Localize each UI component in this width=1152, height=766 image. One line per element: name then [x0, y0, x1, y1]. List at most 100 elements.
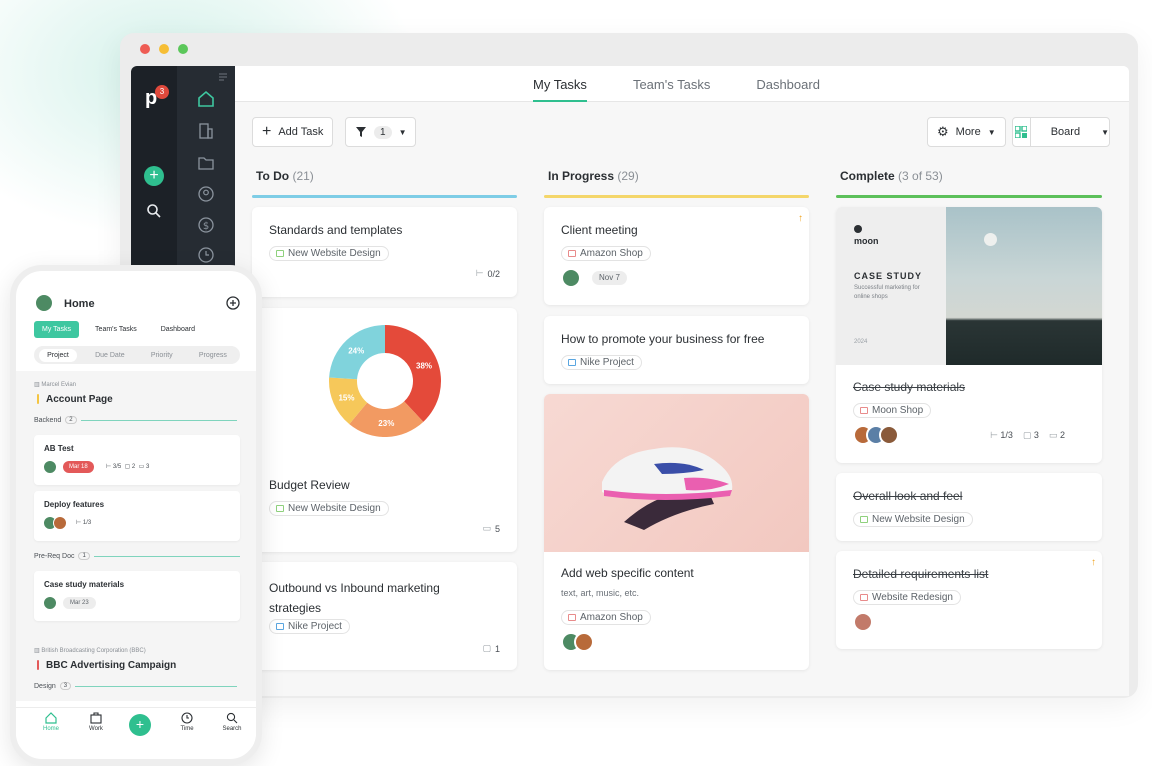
- avatar[interactable]: [853, 612, 873, 632]
- building-icon[interactable]: [197, 122, 215, 140]
- task-card[interactable]: 38% 23% 15% 24% Budget Review New Website D…: [252, 308, 517, 552]
- project-tag[interactable]: New Website Design: [269, 501, 389, 516]
- donut-slice-label: 23%: [378, 419, 394, 428]
- project-tag[interactable]: Nike Project: [561, 355, 642, 370]
- avatar[interactable]: [34, 293, 54, 313]
- task-card[interactable]: Outbound vs Inbound marketing strategies…: [252, 562, 517, 670]
- project-tag[interactable]: Website Redesign: [853, 590, 961, 605]
- task-card[interactable]: How to promote your business for free Ni…: [544, 316, 809, 384]
- project-tag[interactable]: Amazon Shop: [561, 610, 651, 625]
- dollar-icon[interactable]: $: [197, 216, 215, 234]
- avatar[interactable]: [53, 516, 67, 530]
- segment-due-date[interactable]: Due Date: [87, 349, 133, 362]
- tab-teams-tasks[interactable]: Team's Tasks: [633, 66, 710, 102]
- subtask-count: ⊢ 0/2: [475, 268, 500, 279]
- project-tag[interactable]: New Website Design: [269, 246, 389, 261]
- task-card[interactable]: ↑ Detailed requirements list Website Red…: [836, 551, 1102, 649]
- nav-home[interactable]: Home: [34, 712, 68, 732]
- progress-column-line: [544, 195, 809, 198]
- home-icon[interactable]: [197, 90, 215, 108]
- file-icon: ▭: [1048, 430, 1058, 440]
- nav-add-button[interactable]: +: [129, 714, 151, 736]
- segment-progress[interactable]: Progress: [191, 349, 235, 362]
- mobile-task-card[interactable]: Case study materials Mar 23: [34, 571, 240, 621]
- user-icon[interactable]: [197, 185, 215, 203]
- view-switch-button[interactable]: Board ▼: [1012, 117, 1110, 147]
- more-button[interactable]: ⚙ More ▼: [927, 117, 1006, 147]
- complete-column-line: [836, 195, 1102, 198]
- folder-icon[interactable]: [197, 154, 215, 172]
- maximize-dot[interactable]: [178, 44, 188, 54]
- app: p 3 + $ My Tasks Team's Tasks Dashboard …: [131, 66, 1129, 696]
- mobile-task-card[interactable]: AB Test Mar 18 ⊢ 3/5 ▢ 2 ▭ 3: [34, 435, 240, 485]
- task-title: Budget Review: [269, 478, 350, 492]
- collapse-icon[interactable]: [218, 73, 228, 81]
- mobile-tab-my-tasks[interactable]: My Tasks: [34, 321, 80, 338]
- moon-logo-icon: [854, 225, 862, 233]
- project-tag[interactable]: Nike Project: [269, 619, 350, 634]
- add-icon[interactable]: +: [144, 166, 164, 186]
- more-label: More: [955, 126, 981, 138]
- comment-icon: ▢: [482, 643, 491, 653]
- mobile-task-list: ▥ Marcel Evian Account Page Backend 2 AB …: [16, 371, 256, 701]
- project-name[interactable]: BBC Advertising Campaign: [46, 660, 176, 671]
- mobile-task-card[interactable]: Deploy features ⊢ 1/3: [34, 491, 240, 541]
- task-title: Case study materials: [853, 380, 966, 394]
- project-tag[interactable]: Moon Shop: [853, 403, 932, 418]
- task-card[interactable]: Standards and templates New Website Desi…: [252, 207, 517, 297]
- task-card[interactable]: Overall look and feel New Website Design: [836, 473, 1102, 541]
- avatar[interactable]: [574, 632, 594, 652]
- cover-subheading: Successful marketing for online shops: [854, 285, 920, 300]
- avatar[interactable]: [879, 425, 899, 445]
- group-header[interactable]: Backend 2: [34, 416, 237, 424]
- tab-my-tasks[interactable]: My Tasks: [533, 66, 587, 102]
- clock-icon[interactable]: [197, 246, 215, 264]
- sky-photo: [946, 207, 1102, 365]
- mobile-phone: Home My Tasks Team's Tasks Dashboard Pro…: [10, 265, 262, 765]
- nav-search[interactable]: Search: [215, 712, 249, 732]
- avatar[interactable]: [43, 460, 57, 474]
- add-task-button[interactable]: + Add Task: [252, 117, 334, 147]
- board-grid-icon: [1013, 118, 1031, 146]
- mobile-tab-teams-tasks[interactable]: Team's Tasks: [87, 321, 145, 338]
- group-header[interactable]: Design 3: [34, 682, 238, 690]
- project-icon: [568, 614, 576, 621]
- nav-work[interactable]: Work: [79, 712, 113, 732]
- mobile-tab-dashboard[interactable]: Dashboard: [153, 321, 203, 338]
- group-header[interactable]: Pre-Req Doc 1: [34, 552, 240, 560]
- filter-button[interactable]: 1 ▼: [345, 117, 417, 147]
- task-title: Client meeting: [561, 223, 638, 237]
- plus-icon: +: [262, 123, 272, 140]
- project-tag[interactable]: New Website Design: [853, 512, 973, 527]
- close-dot[interactable]: [140, 44, 150, 54]
- donut-slice-label: 24%: [348, 346, 364, 355]
- nav-time[interactable]: Time: [170, 712, 204, 732]
- task-title: AB Test: [44, 444, 74, 453]
- file-icon: ▭: [482, 523, 491, 533]
- chevron-down-icon: ▼: [1101, 127, 1109, 137]
- task-card[interactable]: moon CASE STUDY Successful marketing for…: [836, 207, 1102, 463]
- task-title: Case study materials: [44, 580, 125, 589]
- due-date-chip[interactable]: Nov 7: [592, 271, 627, 285]
- segment-priority[interactable]: Priority: [143, 349, 181, 362]
- task-title: How to promote your business for free: [561, 332, 765, 346]
- avatar[interactable]: [43, 596, 57, 610]
- search-icon[interactable]: [146, 203, 162, 219]
- avatar[interactable]: [561, 268, 581, 288]
- cover-brand: moon: [854, 236, 879, 246]
- task-card[interactable]: Add web specific content text, art, musi…: [544, 394, 809, 670]
- briefcase-icon: [90, 712, 102, 724]
- project-name[interactable]: Account Page: [46, 394, 113, 405]
- project-tag[interactable]: Amazon Shop: [561, 246, 651, 261]
- project-icon: [860, 407, 868, 414]
- add-icon[interactable]: [226, 296, 240, 310]
- donut-slice-label: 15%: [338, 394, 354, 403]
- due-date-chip[interactable]: Mar 23: [63, 597, 96, 609]
- tab-dashboard[interactable]: Dashboard: [756, 66, 820, 102]
- segment-project[interactable]: Project: [39, 348, 77, 362]
- due-date-chip[interactable]: Mar 18: [63, 461, 94, 473]
- notification-badge: 3: [155, 85, 169, 99]
- project-icon: [860, 594, 868, 601]
- task-card[interactable]: ↑ Client meeting Amazon Shop Nov 7: [544, 207, 809, 305]
- minimize-dot[interactable]: [159, 44, 169, 54]
